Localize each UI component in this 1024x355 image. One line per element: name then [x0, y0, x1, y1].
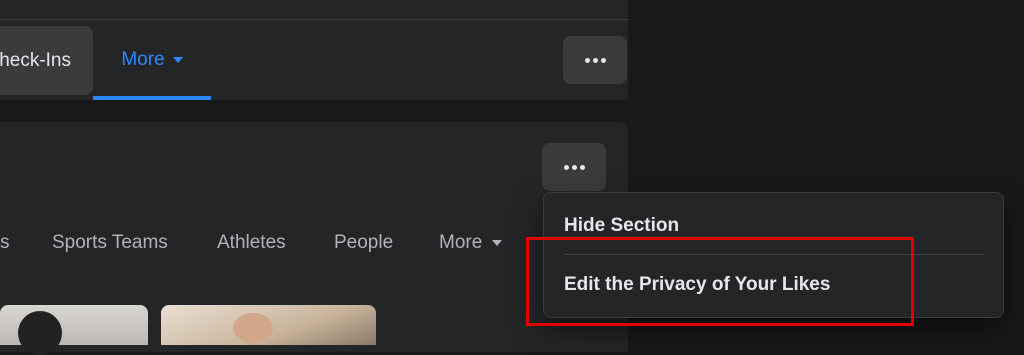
- liked-page-thumbnail[interactable]: [161, 305, 376, 345]
- top-strip: [0, 0, 628, 20]
- section-more-options-button[interactable]: [542, 143, 606, 191]
- profile-more-options-button[interactable]: [563, 36, 627, 84]
- section-options-menu: Hide Section Edit the Privacy of Your Li…: [543, 192, 1004, 318]
- tab-more-label: More: [121, 49, 165, 70]
- tab-checkins[interactable]: heck-Ins: [0, 26, 93, 95]
- tab-checkins-label: heck-Ins: [0, 49, 71, 71]
- filter-tab-more[interactable]: More: [439, 232, 503, 254]
- filter-tab-sports-teams[interactable]: Sports Teams: [52, 232, 168, 254]
- more-horizontal-icon: [563, 164, 585, 170]
- filter-tab-more-label: More: [439, 232, 483, 253]
- menu-item-edit-likes-privacy[interactable]: Edit the Privacy of Your Likes: [564, 274, 830, 296]
- thumbnail-photo: [18, 311, 62, 355]
- thumbnail-photo: [233, 313, 273, 343]
- liked-page-thumbnail[interactable]: [0, 305, 148, 355]
- more-horizontal-icon: [584, 57, 606, 63]
- active-tab-indicator: [93, 96, 211, 100]
- chevron-down-icon: [172, 57, 183, 63]
- filter-tab-partial[interactable]: s: [0, 232, 10, 254]
- likes-section-card: s Sports Teams Athletes People More: [0, 122, 628, 355]
- menu-item-hide-section[interactable]: Hide Section: [564, 215, 679, 237]
- filter-tab-people[interactable]: People: [334, 232, 393, 254]
- tab-more[interactable]: More: [93, 20, 211, 100]
- filter-tab-athletes[interactable]: Athletes: [217, 232, 286, 254]
- chevron-down-icon: [492, 240, 503, 246]
- profile-tab-bar: heck-Ins More: [0, 20, 628, 100]
- menu-divider: [564, 254, 985, 255]
